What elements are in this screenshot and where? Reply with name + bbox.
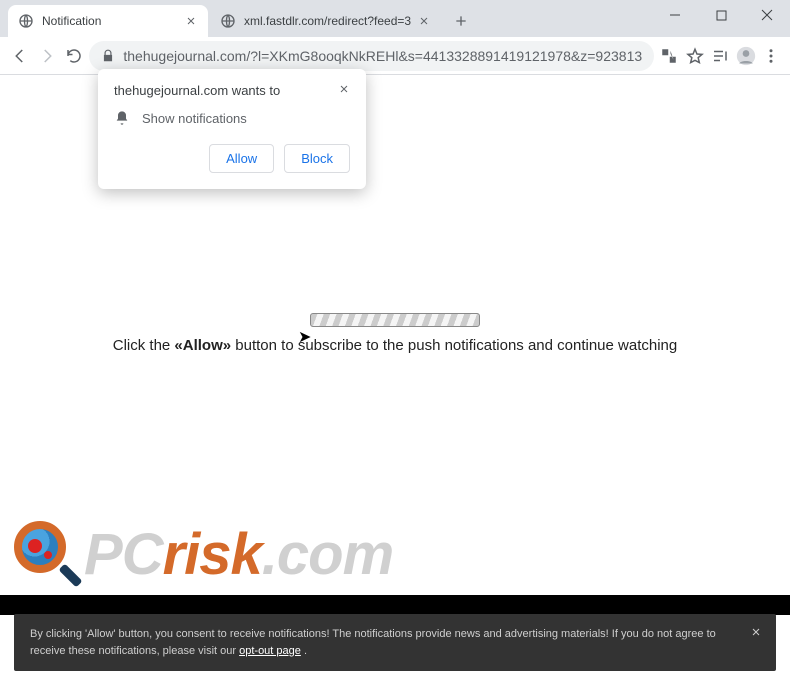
tab-title: Notification [42,14,178,28]
bell-icon [114,110,130,126]
window-close-button[interactable] [744,0,790,30]
globe-icon [18,13,34,29]
watermark-dotcom: .com [262,521,393,588]
permission-prompt: thehugejournal.com wants to Show notific… [98,69,366,189]
instruction-pre: Click the [113,337,175,354]
consent-text: By clicking 'Allow' button, you consent … [30,628,716,657]
close-icon[interactable] [184,14,198,28]
tab-active[interactable]: Notification [8,5,208,37]
page-body: Click the «Allow» button to subscribe to… [0,313,790,355]
omnibox[interactable]: thehugejournal.com/?l=XKmG8ooqkNkREHl&s=… [89,41,654,71]
close-icon[interactable] [750,626,762,638]
watermark-c: C [122,521,163,588]
opt-out-link[interactable]: opt-out page [239,645,301,657]
forward-button[interactable] [35,41,58,71]
instruction-post: button to subscribe to the push notifica… [231,337,677,354]
permission-item: Show notifications [142,111,247,126]
browser-tabstrip: Notification xml.fastdlr.com/redirect?fe… [0,0,790,37]
globe-icon [220,13,236,29]
watermark-logo: P C risk .com [12,519,393,589]
instruction-bold: «Allow» [174,337,231,354]
tab-inactive[interactable]: xml.fastdlr.com/redirect?feed=3 [210,5,441,37]
url-text: thehugejournal.com/?l=XKmG8ooqkNkREHl&s=… [123,48,642,64]
lock-icon [101,49,115,63]
translate-icon[interactable] [658,42,680,70]
magnifier-icon [12,519,82,589]
back-button[interactable] [8,41,31,71]
page-content: thehugejournal.com wants to Show notific… [0,75,790,679]
maximize-button[interactable] [698,0,744,30]
reload-button[interactable] [62,41,85,71]
reading-list-icon[interactable] [709,42,731,70]
divider-bar [0,595,790,615]
watermark-risk: risk [163,521,262,588]
star-icon[interactable] [684,42,706,70]
close-icon[interactable] [338,83,350,98]
window-controls [652,0,790,30]
tab-title: xml.fastdlr.com/redirect?feed=3 [244,14,411,28]
close-icon[interactable] [417,14,431,28]
instruction-text: Click the «Allow» button to subscribe to… [0,337,790,355]
menu-icon[interactable] [760,42,782,70]
watermark-p: P [84,521,122,588]
minimize-button[interactable] [652,0,698,30]
permission-title: thehugejournal.com wants to [114,83,280,98]
consent-tail: . [304,645,307,657]
block-button[interactable]: Block [284,144,350,173]
profile-avatar-icon[interactable] [735,42,757,70]
new-tab-button[interactable] [447,7,475,35]
consent-banner: By clicking 'Allow' button, you consent … [14,614,776,671]
progress-bar [310,313,480,327]
allow-button[interactable]: Allow [209,144,274,173]
